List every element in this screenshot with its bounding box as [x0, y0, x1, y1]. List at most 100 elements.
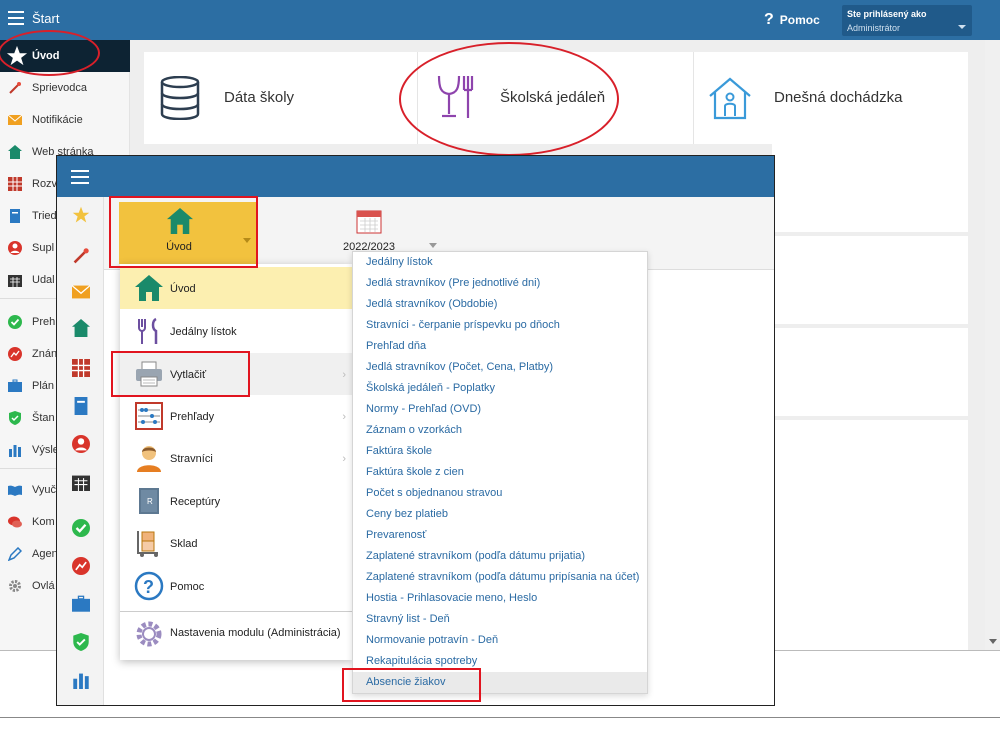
scrollbar[interactable]: [985, 40, 1000, 650]
submenu-item[interactable]: Školská jedáleň - Poplatky: [353, 378, 647, 399]
submenu-item[interactable]: Hostia - Prihlasovacie meno, Heslo: [353, 588, 647, 609]
submenu-item[interactable]: Prehľad dňa: [353, 336, 647, 357]
submenu-item[interactable]: Normovanie potravín - Deň: [353, 630, 647, 651]
menu-item-pomoc[interactable]: ? Pomoc: [120, 565, 352, 607]
menu-item-nastavenia[interactable]: Nastavenia modulu (Administrácia): [120, 613, 352, 655]
grid-icon[interactable]: [72, 359, 90, 377]
bar-chart-icon[interactable]: [72, 671, 90, 689]
chevron-right-icon: ›: [342, 369, 346, 381]
submenu-item[interactable]: Zaplatené stravníkom (podľa dátumu prija…: [353, 546, 647, 567]
cutlery-icon: [138, 317, 158, 344]
shield-icon[interactable]: [72, 633, 90, 651]
chart-circle-icon: [8, 347, 22, 361]
chevron-right-icon: ›: [342, 453, 346, 465]
star-icon[interactable]: [72, 206, 90, 224]
menu-item-uvod[interactable]: Úvod: [120, 267, 352, 309]
menu-item-label: Stravníci: [170, 453, 213, 465]
chevron-down-icon: [429, 243, 437, 248]
submenu-item[interactable]: Záznam o vzorkách: [353, 420, 647, 441]
tile-dnesna-dochadzka[interactable]: Dnešná dochádzka: [694, 52, 968, 144]
sidebar-item-label: Plán: [32, 380, 55, 392]
gear-icon: [9, 580, 21, 592]
submenu-item[interactable]: Jedlá stravníkov (Počet, Cena, Platby): [353, 357, 647, 378]
submenu-item[interactable]: Faktúra škole: [353, 441, 647, 462]
home-icon[interactable]: [72, 319, 90, 337]
pen-icon: [8, 547, 22, 561]
chat-icon: [8, 516, 22, 528]
hamburger-menu-icon[interactable]: [71, 170, 89, 184]
sidebar-item-notifikacie[interactable]: Notifikácie: [0, 104, 130, 136]
question-icon: ?: [134, 571, 164, 601]
recipe-book-icon: R: [139, 488, 159, 514]
calendar-icon: [356, 210, 382, 234]
annotation-ellipse-uvod: [0, 30, 100, 76]
divider: [0, 717, 1000, 718]
user-role: Administrátor: [847, 23, 901, 33]
module-top-bar: [57, 156, 774, 197]
book-icon[interactable]: [72, 397, 90, 415]
tile-data-skoly[interactable]: Dáta školy: [144, 52, 418, 144]
print-submenu: Jedálny lístok Jedlá stravníkov (Pre jed…: [352, 251, 648, 694]
sidebar-item-label: Rozv: [32, 178, 58, 190]
sidebar-item-label: Kom: [32, 516, 55, 528]
chevron-down-icon: [958, 25, 966, 29]
help-button[interactable]: ? Pomoc: [764, 11, 820, 29]
submenu-item[interactable]: Počet s objednanou stravou: [353, 483, 647, 504]
menu-item-jedalny-listok[interactable]: Jedálny lístok: [120, 310, 352, 352]
user-caption: Ste prihlásený ako: [847, 9, 927, 19]
envelope-icon[interactable]: [72, 283, 90, 301]
annotation-box-absencie: [342, 668, 481, 702]
sidebar-item-sprievodca[interactable]: Sprievodca: [0, 72, 130, 104]
person-icon[interactable]: [72, 435, 90, 453]
sidebar-item-label: Štan: [32, 412, 55, 424]
abacus-icon: [135, 402, 163, 430]
submenu-item[interactable]: Stravníci - čerpanie príspevku po dňoch: [353, 315, 647, 336]
help-label: Pomoc: [779, 13, 820, 27]
sidebar-item-label: Tried: [32, 210, 57, 222]
grid-icon: [8, 177, 22, 191]
submenu-item[interactable]: Prevarenosť: [353, 525, 647, 546]
submenu-item[interactable]: Normy - Prehľad (OVD): [353, 399, 647, 420]
submenu-item[interactable]: Jedlá stravníkov (Obdobie): [353, 294, 647, 315]
person-icon: [8, 241, 22, 255]
menu-item-sklad[interactable]: Sklad: [120, 522, 352, 564]
wand-icon: [9, 82, 21, 94]
book-icon: [10, 209, 20, 223]
submenu-item[interactable]: Stravný list - Deň: [353, 609, 647, 630]
svg-text:R: R: [147, 497, 153, 506]
submenu-item[interactable]: Jedálny lístok: [353, 252, 647, 273]
submenu-item[interactable]: Zaplatené stravníkom (podľa dátumu pripí…: [353, 567, 647, 588]
submenu-item[interactable]: Faktúra škole z cien: [353, 462, 647, 483]
menu-item-label: Sklad: [170, 538, 198, 550]
menu-divider: [120, 611, 352, 612]
menu-item-stravnici[interactable]: Stravníci ›: [120, 437, 352, 479]
sidebar-item-label: Ovlá: [32, 580, 55, 592]
calendar-icon[interactable]: [72, 473, 90, 491]
annotation-box-uvod-tab: [109, 196, 258, 268]
tile-placeholder: [772, 420, 968, 650]
shield-icon: [9, 411, 21, 425]
menu-item-label: Úvod: [170, 283, 196, 295]
sidebar-item-label: Vyuč: [32, 484, 57, 496]
menu-item-label: Prehľady: [170, 411, 215, 423]
check-icon[interactable]: [72, 519, 90, 537]
user-dropdown[interactable]: Ste prihlásený ako Administrátor: [842, 5, 972, 36]
submenu-item[interactable]: Jedlá stravníkov (Pre jednotlivé dni): [353, 273, 647, 294]
open-book-icon: [8, 485, 22, 496]
svg-text:?: ?: [143, 577, 154, 597]
menu-item-label: Nastavenia modulu (Administrácia): [170, 627, 341, 639]
menu-item-receptury[interactable]: R Receptúry: [120, 480, 352, 522]
gear-icon: [136, 621, 162, 647]
briefcase-icon[interactable]: [72, 595, 90, 613]
annotation-ellipse-jedalen: [399, 42, 619, 156]
main-dropdown-menu: Úvod Jedálny lístok Vytlačiť › Prehľady …: [120, 264, 352, 660]
scroll-down-arrow-icon[interactable]: [989, 639, 997, 644]
hamburger-menu-icon[interactable]: [8, 11, 24, 25]
menu-item-prehlady[interactable]: Prehľady ›: [120, 395, 352, 437]
menu-item-label: Pomoc: [170, 581, 205, 593]
chart-circle-icon[interactable]: [72, 557, 90, 575]
submenu-item[interactable]: Ceny bez platieb: [353, 504, 647, 525]
annotation-box-vytlacit: [111, 351, 250, 397]
wand-icon[interactable]: [72, 247, 90, 265]
home-icon: [135, 275, 163, 301]
